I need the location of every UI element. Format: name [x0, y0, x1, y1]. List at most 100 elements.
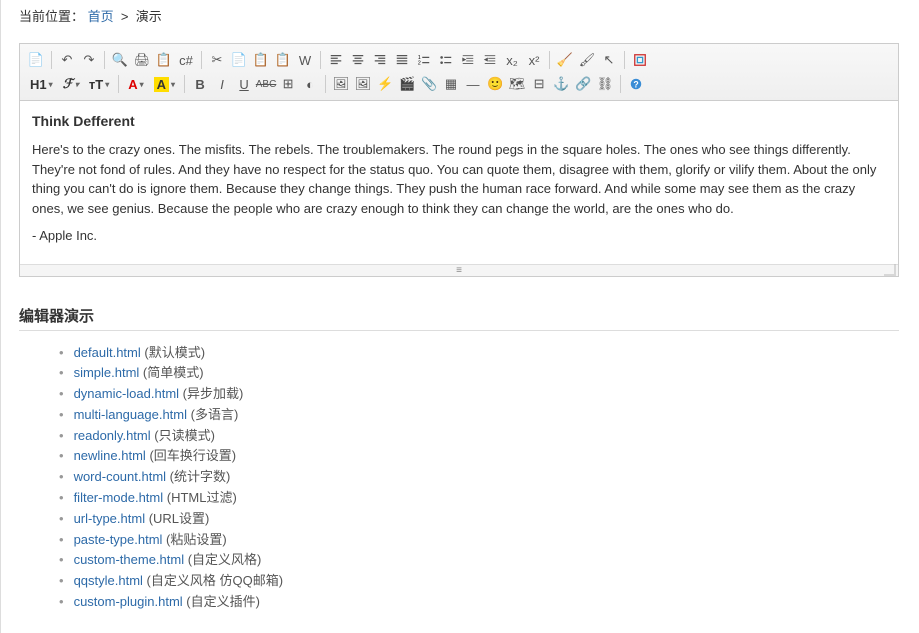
undo-icon[interactable]: ↶	[57, 50, 77, 70]
print-icon[interactable]: 🖨	[132, 50, 152, 70]
demo-desc: (自定义风格 仿QQ邮箱)	[143, 573, 283, 588]
template-icon[interactable]: 📋	[154, 50, 174, 70]
demo-link[interactable]: multi-language.html	[74, 407, 187, 422]
demo-desc: (回车换行设置)	[146, 448, 236, 463]
list-item: custom-plugin.html (自定义插件)	[59, 592, 901, 613]
demo-link[interactable]: newline.html	[74, 448, 146, 463]
demo-desc: (自定义插件)	[183, 594, 260, 609]
bold-icon[interactable]: B	[190, 74, 210, 94]
breadcrumb: 当前位置： 首页 > 演示	[19, 6, 901, 25]
multiimage-icon[interactable]: 🖼	[353, 74, 373, 94]
textcolor-dropdown[interactable]: A▾	[124, 74, 147, 94]
eraser-icon[interactable]: ◐	[300, 74, 320, 94]
remove-format-icon[interactable]: 🧹	[555, 50, 575, 70]
list-item: word-count.html (统计字数)	[59, 467, 901, 488]
preview-icon[interactable]: 🔍	[110, 50, 130, 70]
source-icon[interactable]: 📄	[26, 50, 46, 70]
demo-link[interactable]: readonly.html	[74, 428, 151, 443]
breadcrumb-current: 演示	[136, 9, 162, 24]
table-icon[interactable]: ▦	[441, 74, 461, 94]
list-item: simple.html (简单模式)	[59, 363, 901, 384]
indent-icon[interactable]	[458, 50, 478, 70]
align-justify-icon[interactable]	[392, 50, 412, 70]
list-item: custom-theme.html (自定义风格)	[59, 550, 901, 571]
emoji-icon[interactable]: 🙂	[485, 74, 505, 94]
cut-icon[interactable]: ✂	[207, 50, 227, 70]
quickformat-icon[interactable]: 🖌	[577, 50, 597, 70]
list-item: readonly.html (只读模式)	[59, 426, 901, 447]
demo-link[interactable]: custom-theme.html	[74, 552, 185, 567]
demo-list: default.html (默认模式)simple.html (简单模式)dyn…	[19, 343, 901, 613]
attachment-icon[interactable]: 📎	[419, 74, 439, 94]
demo-link[interactable]: dynamic-load.html	[74, 386, 180, 401]
list-item: default.html (默认模式)	[59, 343, 901, 364]
strike-icon[interactable]: ABC	[256, 74, 276, 94]
demo-link[interactable]: default.html	[74, 345, 141, 360]
help-icon[interactable]: ?	[626, 74, 646, 94]
image-icon[interactable]: 🖼	[331, 74, 351, 94]
svg-text:2: 2	[418, 60, 421, 66]
hr-icon[interactable]: —	[463, 74, 483, 94]
demo-link[interactable]: simple.html	[74, 365, 140, 380]
demo-link[interactable]: filter-mode.html	[74, 490, 164, 505]
bgcolor-dropdown[interactable]: A▾	[150, 74, 179, 94]
outdent-icon[interactable]	[480, 50, 500, 70]
list-ul-icon[interactable]	[436, 50, 456, 70]
italic-icon[interactable]: I	[212, 74, 232, 94]
code-icon[interactable]: c#	[176, 50, 196, 70]
breadcrumb-home-link[interactable]: 首页	[88, 9, 114, 24]
editor-resize-handle[interactable]: ≡	[20, 264, 898, 276]
list-item: dynamic-load.html (异步加载)	[59, 384, 901, 405]
media-icon[interactable]: 🎬	[397, 74, 417, 94]
rich-text-editor: 📄↶↷🔍🖨📋c#✂📄📋📋W12x₂x²🧹🖌↖ H1▾ ℱ▾ тT▾ A▾ A▾ …	[19, 43, 899, 277]
superscript-icon[interactable]: x²	[524, 50, 544, 70]
row-col-icon[interactable]: ⊞	[278, 74, 298, 94]
fontfamily-dropdown[interactable]: ℱ▾	[59, 74, 83, 94]
heading-dropdown[interactable]: H1▾	[26, 74, 57, 94]
list-item: multi-language.html (多语言)	[59, 405, 901, 426]
underline-icon[interactable]: U	[234, 74, 254, 94]
pagebreak-icon[interactable]: ⊟	[529, 74, 549, 94]
editor-content[interactable]: Think Defferent Here's to the crazy ones…	[20, 101, 898, 264]
paste-icon[interactable]: 📋	[251, 50, 271, 70]
paste-text-icon[interactable]: 📋	[273, 50, 293, 70]
list-item: newline.html (回车换行设置)	[59, 446, 901, 467]
demo-link[interactable]: word-count.html	[74, 469, 166, 484]
list-item: paste-type.html (粘贴设置)	[59, 530, 901, 551]
demo-desc: (简单模式)	[139, 365, 203, 380]
paste-word-icon[interactable]: W	[295, 50, 315, 70]
unlink-icon[interactable]: ⛓	[595, 74, 615, 94]
breadcrumb-label: 当前位置：	[19, 9, 84, 24]
fullscreen-icon[interactable]	[630, 50, 650, 70]
subscript-icon[interactable]: x₂	[502, 50, 522, 70]
demo-link[interactable]: custom-plugin.html	[74, 594, 183, 609]
breadcrumb-sep: >	[117, 9, 135, 24]
fontsize-dropdown[interactable]: тT▾	[85, 74, 113, 94]
demo-desc: (HTML过滤)	[163, 490, 237, 505]
demo-desc: (URL设置)	[145, 511, 209, 526]
list-ol-icon[interactable]: 12	[414, 50, 434, 70]
align-left-icon[interactable]	[326, 50, 346, 70]
link-icon[interactable]: 🔗	[573, 74, 593, 94]
demo-link[interactable]: qqstyle.html	[74, 573, 143, 588]
demo-desc: (只读模式)	[151, 428, 215, 443]
demo-desc: (自定义风格)	[184, 552, 261, 567]
demo-desc: (统计字数)	[166, 469, 230, 484]
demo-desc: (异步加载)	[179, 386, 243, 401]
map-icon[interactable]: 🗺	[507, 74, 527, 94]
demo-link[interactable]: paste-type.html	[74, 532, 163, 547]
select-all-icon[interactable]: ↖	[599, 50, 619, 70]
svg-text:?: ?	[633, 80, 638, 90]
demo-link[interactable]: url-type.html	[74, 511, 146, 526]
copy-icon[interactable]: 📄	[229, 50, 249, 70]
section-title: 编辑器演示	[19, 305, 899, 331]
editor-toolbar: 📄↶↷🔍🖨📋c#✂📄📋📋W12x₂x²🧹🖌↖ H1▾ ℱ▾ тT▾ A▾ A▾ …	[20, 44, 898, 101]
redo-icon[interactable]: ↷	[79, 50, 99, 70]
flash-icon[interactable]: ⚡	[375, 74, 395, 94]
content-p1: Here's to the crazy ones. The misfits. T…	[32, 140, 886, 218]
align-center-icon[interactable]	[348, 50, 368, 70]
anchor-icon[interactable]: ⚓	[551, 74, 571, 94]
demo-desc: (多语言)	[187, 407, 238, 422]
list-item: url-type.html (URL设置)	[59, 509, 901, 530]
align-right-icon[interactable]	[370, 50, 390, 70]
